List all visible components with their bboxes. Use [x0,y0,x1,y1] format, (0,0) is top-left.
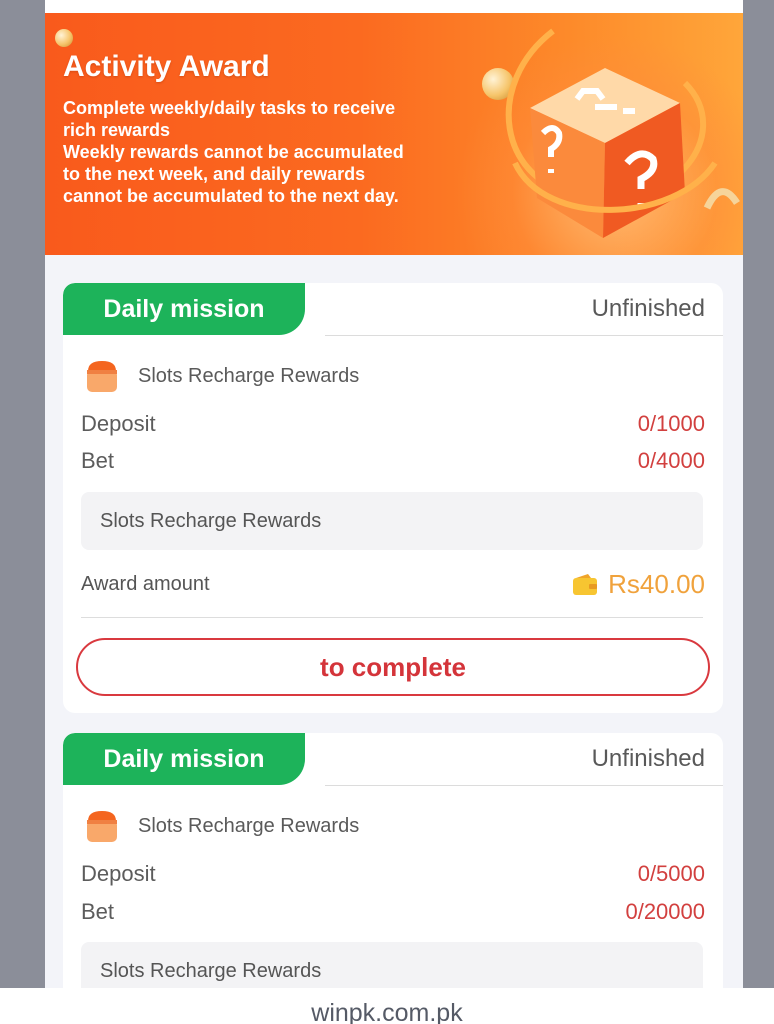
award-value: Rs40.00 [608,569,705,599]
task-description-box: Slots Recharge Rewards [81,492,703,550]
mission-status: Unfinished [591,295,705,322]
award-amount: Rs40.00 [572,569,705,600]
header-divider [325,335,723,336]
slots-chest-icon [87,811,117,842]
bet-label: Bet [81,899,115,924]
bet-progress: 0/4000 [637,448,705,473]
mission-card: Daily mission Unfinished Slots Recharge … [63,733,723,990]
task-name: Slots Recharge Rewards [138,364,360,387]
banner-bubble-decoration [55,29,73,47]
mission-card-header: Daily mission Unfinished [63,283,723,338]
mission-type-tab: Daily mission [63,733,305,785]
activity-award-banner: Activity Award Complete weekly/daily tas… [45,13,743,255]
deposit-progress: 0/5000 [637,861,705,886]
banner-description: Complete weekly/daily tasks to receive r… [63,98,404,206]
award-divider [81,617,703,618]
banner-title: Activity Award [63,50,270,83]
wallet-icon [573,573,598,595]
task-row: Slots Recharge Rewards [83,807,359,845]
to-complete-button[interactable]: to complete [76,638,710,696]
task-description-box: Slots Recharge Rewards [81,942,703,990]
deposit-label: Deposit [81,861,156,886]
mission-card: Daily mission Unfinished Slots Recharge … [63,283,723,713]
mission-card-header: Daily mission Unfinished [63,733,723,788]
app-screen: Activity Award Complete weekly/daily tas… [45,0,743,990]
deposit-label: Deposit [81,411,156,436]
mission-type-tab: Daily mission [63,283,305,335]
mystery-cube-icon [505,28,740,238]
top-strip [45,0,743,13]
task-name: Slots Recharge Rewards [138,814,360,837]
site-url-footer: winpk.com.pk [0,988,774,1024]
bet-progress: 0/20000 [625,899,705,924]
task-row: Slots Recharge Rewards [83,357,359,395]
mission-status: Unfinished [591,745,705,772]
award-amount-label: Award amount [81,573,210,595]
bet-label: Bet [81,448,115,473]
header-divider [325,785,723,786]
deposit-progress: 0/1000 [637,411,705,436]
slots-chest-icon [87,361,117,392]
